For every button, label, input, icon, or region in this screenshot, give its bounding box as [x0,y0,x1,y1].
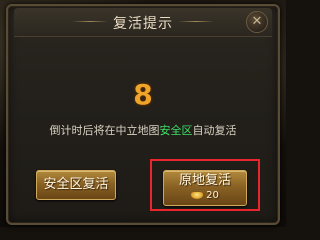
safe-zone-revive-button[interactable]: 安全区复活 [36,170,116,200]
countdown-number: 8 [133,78,153,111]
dialog-title: 复活提示 [113,16,173,32]
message-text-before: 倒计时后将在中立地图 [49,124,160,137]
close-button[interactable]: ✕ [246,11,268,33]
revive-in-place-button[interactable]: 原地复活 20 [163,170,247,206]
revive-in-place-label: 原地复活 [178,173,231,188]
message-safe-zone-highlight: 安全区 [159,124,193,137]
revive-message: 倒计时后将在中立地图安全区自动复活 [0,122,286,138]
gold-ingot-icon [191,192,204,199]
message-text-after: 自动复活 [192,124,237,137]
revive-cost: 20 [164,189,246,203]
dialog-title-bar: 复活提示 ✕ [14,8,272,37]
close-icon: ✕ [251,14,263,29]
revive-cost-value: 20 [206,190,219,201]
